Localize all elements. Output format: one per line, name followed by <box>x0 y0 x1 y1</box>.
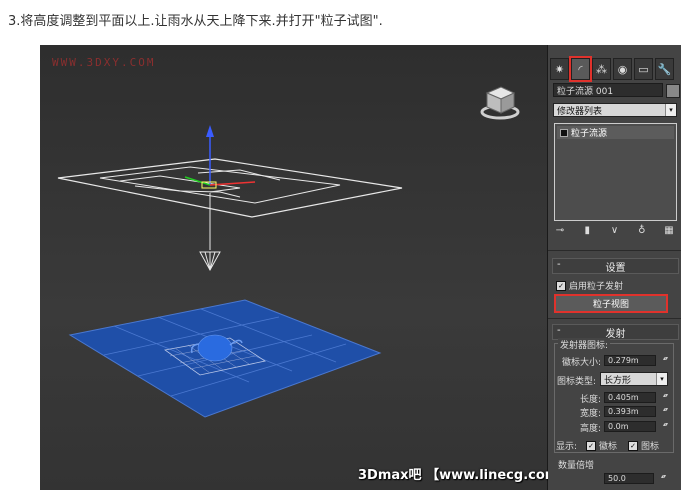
checkmark-icon: ✓ <box>556 280 566 291</box>
display-label: 显示: <box>556 442 578 452</box>
divider <box>548 250 681 251</box>
show-end-result-icon[interactable]: ▮ <box>579 225 595 241</box>
modify-tab-icon[interactable]: ◜ <box>569 56 592 82</box>
settings-rollout-header[interactable]: - 设置 <box>552 258 679 274</box>
stack-item-particle-flow[interactable]: 粒子流源 <box>557 126 674 139</box>
width-label: 宽度: <box>579 409 601 419</box>
display-icon-checkbox[interactable]: ✓ 图标 <box>628 439 659 452</box>
remove-modifier-icon[interactable]: ♁ <box>634 225 650 241</box>
collapse-icon: - <box>557 325 561 336</box>
logo-size-spinner[interactable]: 0.279m <box>604 355 667 366</box>
modifier-list-dropdown[interactable]: 修改器列表 ▾ <box>553 103 677 117</box>
quantity-group-label: 数量倍增 <box>558 461 595 471</box>
viewport-scene <box>57 86 520 418</box>
chevron-down-icon: ▾ <box>656 373 667 385</box>
quantity-spinner[interactable]: 50.0 <box>604 473 665 484</box>
collapse-icon: - <box>557 259 561 270</box>
icon-type-dropdown[interactable]: 长方形 ▾ <box>600 372 668 386</box>
utilities-tab-icon[interactable]: 🔧 <box>655 58 674 80</box>
step-caption: 3.将高度调整到平面以上.让雨水从天上降下来.并打开"粒子试图". <box>8 14 383 29</box>
teapot-body <box>197 334 233 362</box>
pin-stack-icon[interactable]: ⊸ <box>552 225 568 241</box>
command-panel: ✷ ◜ ⁂ ◉ ▭ 🔧 粒子流源 001 修改器列表 ▾ 粒子流源 ⊸ ▮ ∨ … <box>548 45 681 490</box>
length-label: 长度: <box>579 395 601 405</box>
width-spinner[interactable]: 0.393m <box>604 406 667 417</box>
view-cube-icon <box>480 86 520 120</box>
command-panel-tabs: ✷ ◜ ⁂ ◉ ▭ 🔧 <box>550 56 679 82</box>
icon-type-label: 图标类型: <box>556 377 596 387</box>
display-tab-icon[interactable]: ▭ <box>634 58 653 80</box>
divider <box>548 318 681 319</box>
hierarchy-tab-icon[interactable]: ⁂ <box>592 58 611 80</box>
object-color-swatch[interactable] <box>666 84 680 98</box>
enable-emission-checkbox[interactable]: ✓ 启用粒子发射 <box>556 279 623 292</box>
checkmark-icon: ✓ <box>628 440 638 451</box>
chevron-down-icon: ▾ <box>665 104 676 116</box>
display-logo-checkbox[interactable]: ✓ 徽标 <box>586 439 617 452</box>
emitter-outer-rect <box>57 158 403 218</box>
perspective-viewport[interactable]: WWW.3DXY.COM 3Dmax吧 【www.linecg.com/tieb… <box>40 45 655 490</box>
object-name-field[interactable]: 粒子流源 001 <box>553 83 663 97</box>
emitter-icon-group-label: 发射器图标: <box>558 338 611 351</box>
particle-view-button[interactable]: 粒子视图 <box>554 294 668 313</box>
logo-size-label: 徽标大小: <box>561 358 601 368</box>
height-label: 高度: <box>579 424 601 434</box>
create-tab-icon[interactable]: ✷ <box>550 58 569 80</box>
max-screenshot: WWW.3DXY.COM 3Dmax吧 【www.linecg.com/tieb… <box>40 45 681 490</box>
checkmark-icon: ✓ <box>586 440 596 451</box>
modifier-stack[interactable]: 粒子流源 <box>554 123 677 221</box>
expand-icon <box>560 128 568 137</box>
modifier-list-label: 修改器列表 <box>557 106 603 117</box>
height-spinner[interactable]: 0.0m <box>604 421 667 432</box>
make-unique-icon[interactable]: ∨ <box>607 225 623 241</box>
motion-tab-icon[interactable]: ◉ <box>613 58 632 80</box>
stack-tools: ⊸ ▮ ∨ ♁ ▦ <box>552 225 677 241</box>
length-spinner[interactable]: 0.405m <box>604 392 667 403</box>
configure-sets-icon[interactable]: ▦ <box>661 225 677 241</box>
